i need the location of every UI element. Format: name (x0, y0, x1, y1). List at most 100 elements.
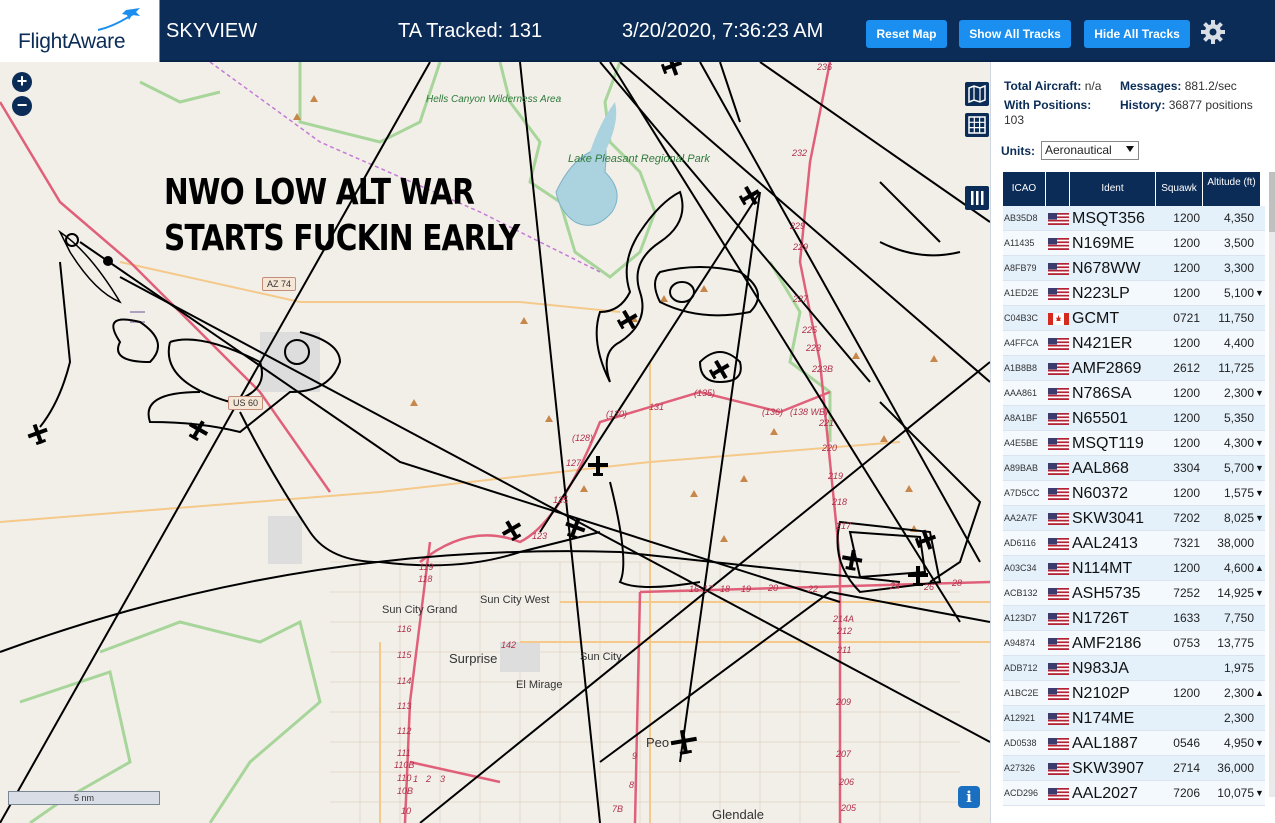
label-peoria: Peo (646, 735, 670, 750)
table-row[interactable]: A12921 N174ME 2,300 (1003, 706, 1265, 731)
table-row[interactable]: A4E5BE MSQT119 1200 4,300 ▼ (1003, 431, 1265, 456)
stat-with-positions-label: With Positions: (1004, 98, 1092, 112)
table-row[interactable]: A7D5CC N60372 1200 1,575 ▼ (1003, 481, 1265, 506)
table-row[interactable]: A27326 SKW3907 2714 36,000 (1003, 756, 1265, 781)
gear-icon[interactable] (1200, 19, 1226, 45)
table-row[interactable]: ACB132 ASH5735 7252 14,925 ▼ (1003, 581, 1265, 606)
col-icao[interactable]: ICAO (1003, 172, 1046, 206)
cell-altitude: 4,300 (1223, 436, 1254, 450)
scrollbar-thumb[interactable] (1269, 172, 1275, 232)
map-layers-button[interactable] (965, 82, 989, 106)
cell-altitude: 5,700 (1223, 461, 1254, 475)
stat-messages: Messages: 881.2/sec (1120, 79, 1237, 94)
road-number: 8 (629, 780, 635, 790)
table-row[interactable]: AAA861 N786SA 1200 2,300 ▼ (1003, 381, 1265, 406)
road-number: 229 (790, 221, 806, 231)
units-select[interactable]: Aeronautical (1041, 141, 1139, 160)
cell-altitude: 4,600 (1223, 561, 1254, 575)
road-number: (135) (694, 388, 716, 398)
reset-map-button[interactable]: Reset Map (866, 20, 947, 48)
road-number: 116 (397, 624, 412, 634)
stat-history-label: History: (1120, 98, 1166, 112)
us-flag-icon (1048, 363, 1069, 375)
us-flag-icon (1048, 388, 1069, 400)
show-all-tracks-button[interactable]: Show All Tracks (959, 20, 1071, 48)
cell-ident: N60372 (1072, 485, 1129, 502)
table-row[interactable]: ACD296 AAL2027 7206 10,075 ▼ (1003, 781, 1265, 806)
hide-all-tracks-button[interactable]: Hide All Tracks (1084, 20, 1190, 48)
cell-icao: A1B8B8 (1004, 363, 1038, 373)
altitude-trend-icon: ▼ (1255, 438, 1264, 448)
altitude-trend-icon: ▼ (1255, 788, 1264, 798)
road-number: 118 (418, 574, 433, 584)
road-number: 110B (394, 760, 415, 770)
table-row[interactable]: A03C34 N114MT 1200 4,600 ▲ (1003, 556, 1265, 581)
road-number: 3 (440, 774, 446, 784)
cell-squawk: 7202 (1173, 511, 1200, 525)
road-number: 7B (612, 804, 624, 814)
table-row[interactable]: AB35D8 MSQT356 1200 4,350 (1003, 206, 1265, 231)
col-ident[interactable]: Ident (1070, 172, 1156, 206)
table-row[interactable]: C04B3C GCMT 0721 11,750 (1003, 306, 1265, 331)
road-number: 26 (924, 582, 935, 592)
cell-altitude: 8,025 (1223, 511, 1254, 525)
road-number: 19 (741, 584, 752, 594)
cell-squawk: 7206 (1173, 786, 1200, 800)
toggle-panel-button[interactable] (965, 186, 989, 210)
zoom-out-button[interactable]: − (12, 96, 32, 116)
info-button[interactable]: i (958, 786, 980, 808)
cell-squawk: 7321 (1173, 536, 1200, 550)
label-surprise: Surprise (449, 651, 498, 666)
table-row[interactable]: A94874 AMF2186 0753 13,775 (1003, 631, 1265, 656)
table-row[interactable]: A123D7 N1726T 1633 7,750 (1003, 606, 1265, 631)
table-row[interactable]: ADB712 N983JA 1,975 (1003, 656, 1265, 681)
table-row[interactable]: A89BAB AAL868 3304 5,700 ▼ (1003, 456, 1265, 481)
clock-datetime: 3/20/2020, 7:36:23 AM (622, 20, 824, 42)
road-number: 229 (793, 242, 809, 252)
stat-total-aircraft-label: Total Aircraft: (1004, 79, 1082, 93)
col-squawk[interactable]: Squawk (1156, 172, 1203, 206)
cell-squawk: 1200 (1173, 336, 1200, 350)
logo-text: FlightAware (18, 30, 126, 53)
cell-ident: GCMT (1072, 310, 1120, 327)
cell-icao: A1BC2E (1004, 688, 1039, 698)
overlay-caption-line1: NWO LOW ALT WAR (164, 172, 475, 213)
col-altitude[interactable]: Altitude (ft) (1203, 172, 1261, 206)
map-view[interactable]: Hells Canyon Wilderness Area Lake Pleasa… (0, 62, 990, 823)
cell-squawk: 0721 (1173, 311, 1200, 325)
cell-ident: N65501 (1072, 410, 1129, 427)
table-row[interactable]: A1ED2E N223LP 1200 5,100 ▼ (1003, 281, 1265, 306)
flightaware-logo[interactable]: FlightAware (0, 0, 160, 62)
table-row[interactable]: A8A1BF N65501 1200 5,350 (1003, 406, 1265, 431)
altitude-trend-icon: ▲ (1255, 563, 1264, 573)
table-scrollbar[interactable] (1269, 172, 1275, 797)
map-grid-button[interactable] (965, 113, 989, 137)
zoom-in-button[interactable]: + (12, 72, 32, 92)
cell-ident: AMF2869 (1072, 360, 1142, 377)
table-row[interactable]: A4FFCA N421ER 1200 4,400 (1003, 331, 1265, 356)
stat-with-positions-value: 103 (1004, 113, 1025, 127)
cell-altitude: 38,000 (1217, 536, 1254, 550)
road-number: 16 (689, 584, 700, 594)
table-row[interactable]: A11435 N169ME 1200 3,500 (1003, 231, 1265, 256)
cell-ident: N174ME (1072, 710, 1135, 727)
units-select-value: Aeronautical (1045, 143, 1112, 157)
table-row[interactable]: A1BC2E N2102P 1200 2,300 ▲ (1003, 681, 1265, 706)
road-number: 223 (806, 343, 822, 353)
road-number: 123 (532, 531, 548, 541)
cell-ident: AAL2027 (1072, 785, 1138, 802)
cell-icao: AD6116 (1004, 538, 1036, 548)
us-flag-icon (1048, 513, 1069, 525)
table-row[interactable]: AD0538 AAL1887 0546 4,950 ▼ (1003, 731, 1265, 756)
road-number: 112 (397, 726, 412, 736)
table-row[interactable]: A8FB79 N678WW 1200 3,300 (1003, 256, 1265, 281)
cell-icao: ADB712 (1004, 663, 1038, 673)
road-number: 125 (553, 495, 569, 505)
stat-total-aircraft: Total Aircraft: n/a (1004, 79, 1101, 94)
table-row[interactable]: AD6116 AAL2413 7321 38,000 (1003, 531, 1265, 556)
cell-icao: A94874 (1004, 638, 1036, 648)
table-row[interactable]: AA2A7F SKW3041 7202 8,025 ▼ (1003, 506, 1265, 531)
cell-altitude: 4,950 (1223, 736, 1254, 750)
aircraft-panel: Total Aircraft: n/a Messages: 881.2/sec … (990, 62, 1275, 823)
table-row[interactable]: A1B8B8 AMF2869 2612 11,725 (1003, 356, 1265, 381)
